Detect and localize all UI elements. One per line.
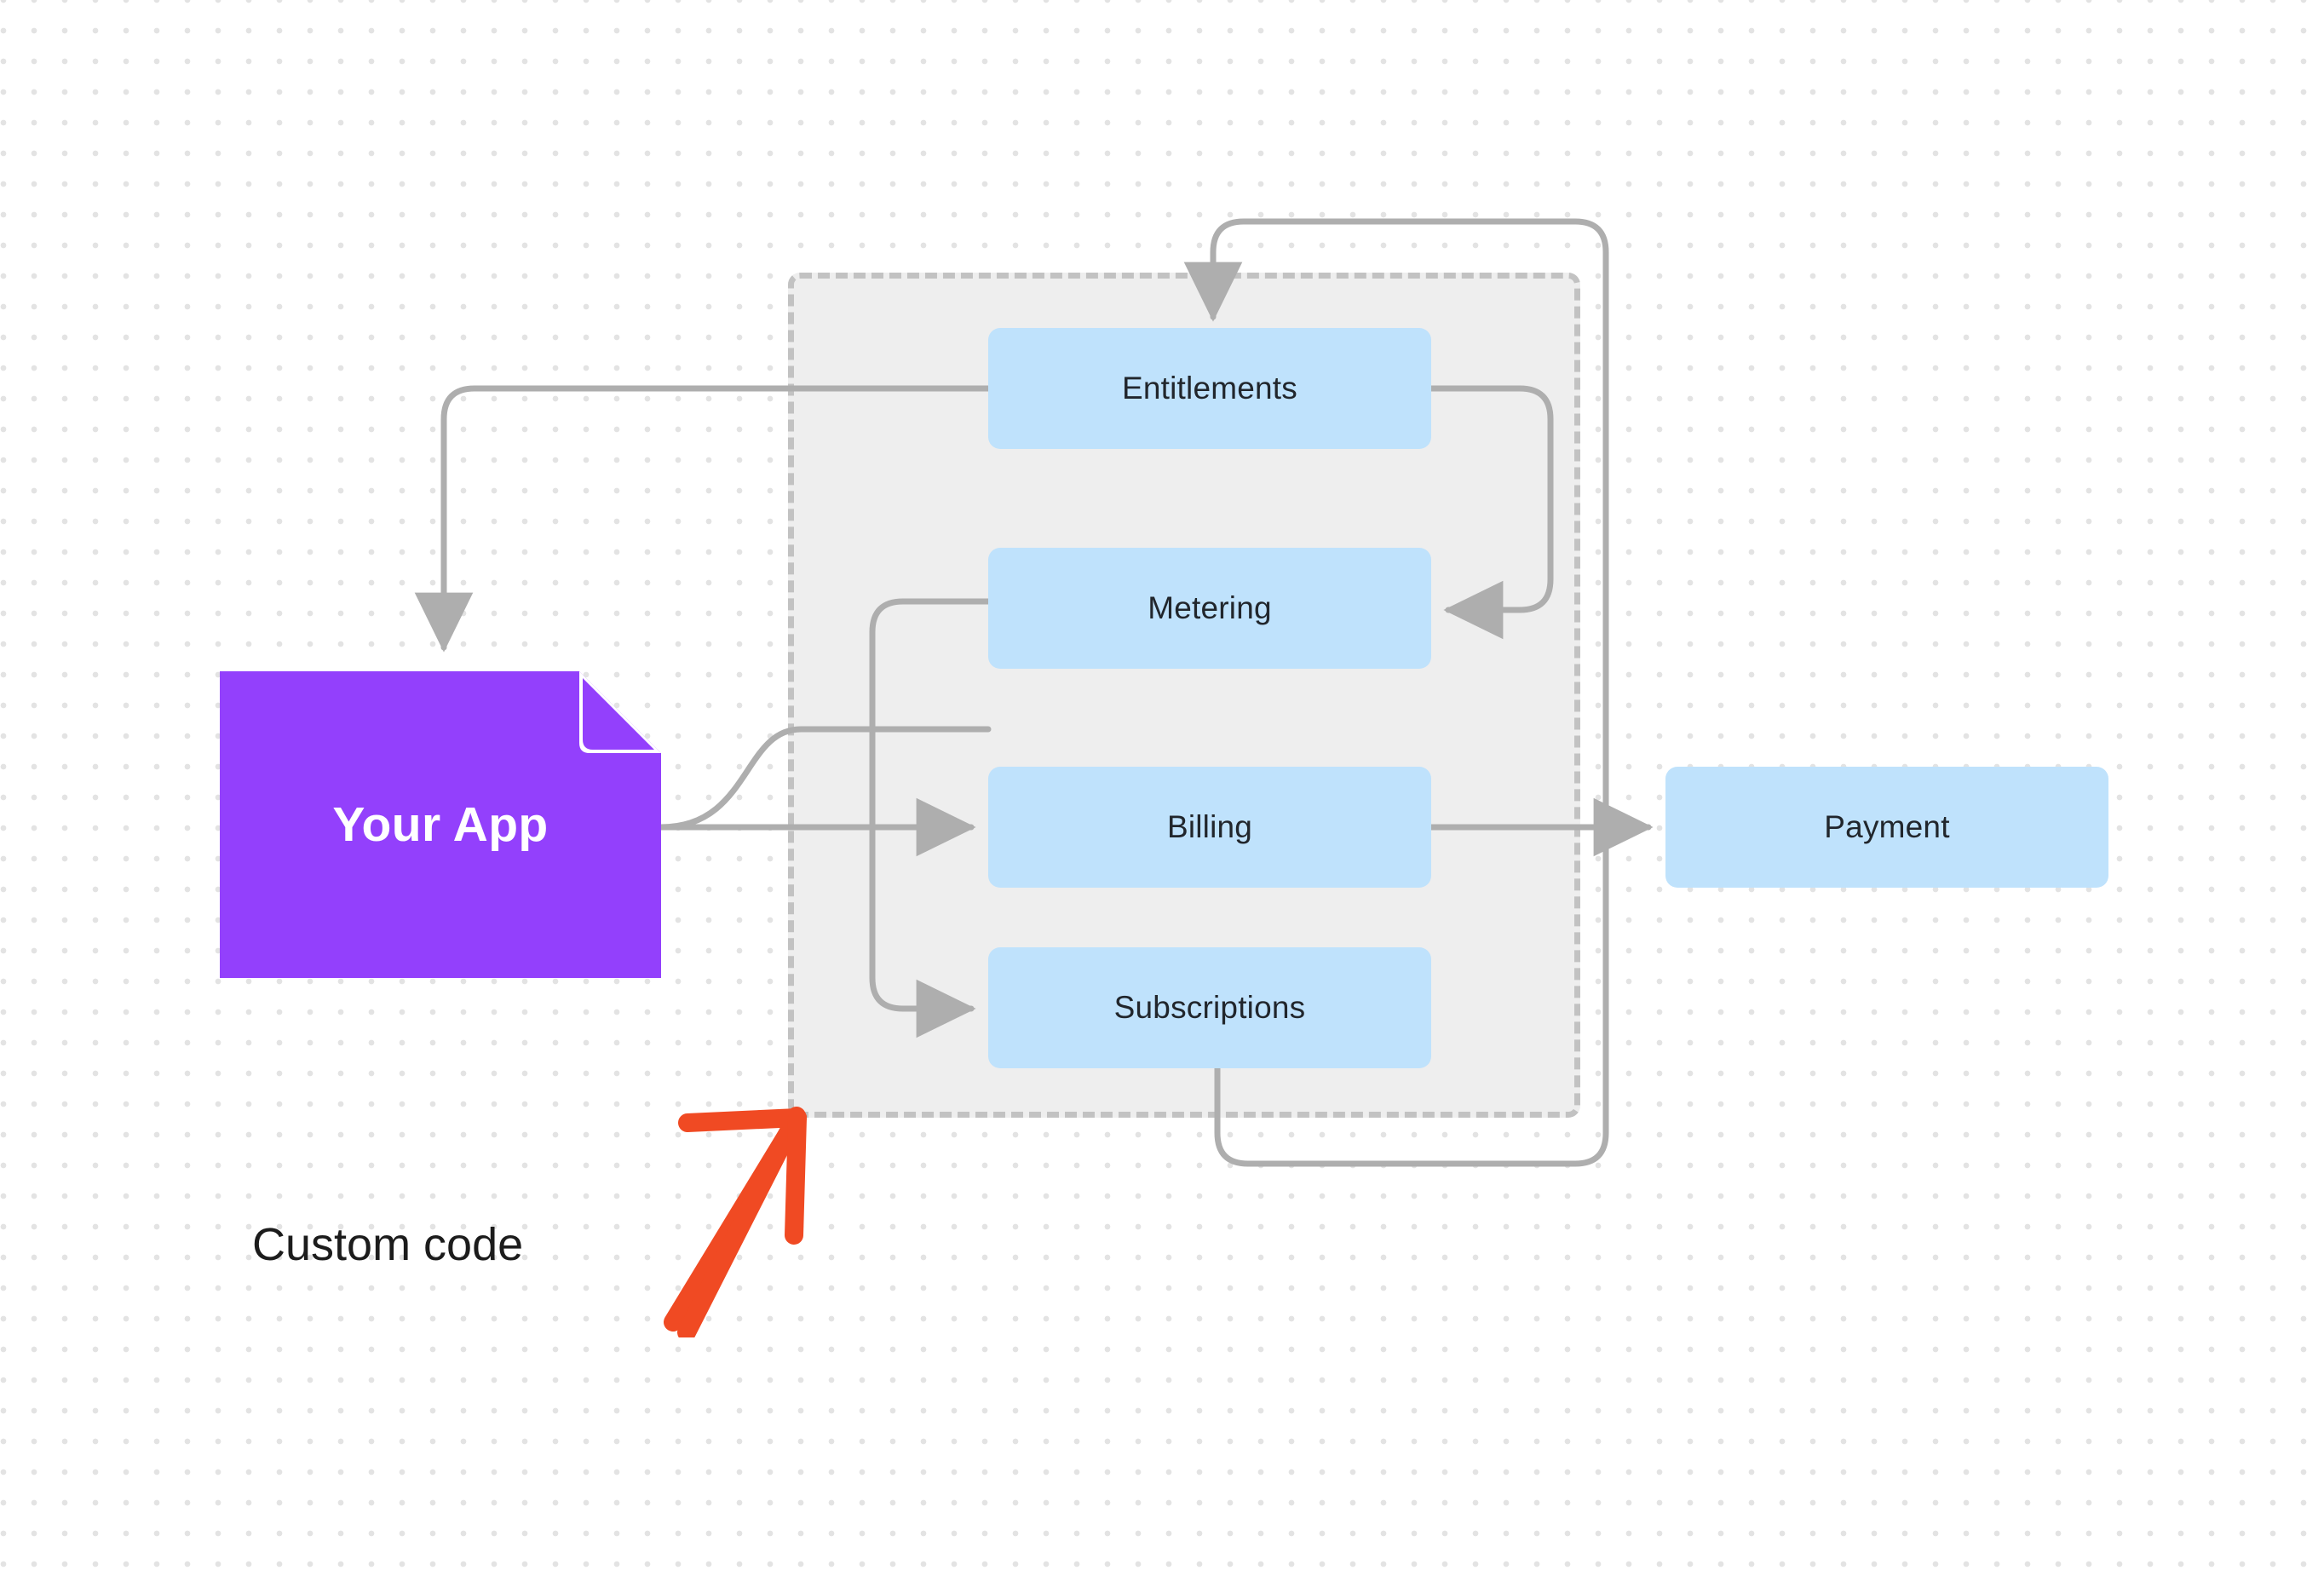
node-your-app[interactable]: Your App (220, 671, 661, 978)
node-subscriptions[interactable]: Subscriptions (988, 947, 1431, 1068)
annotation-custom-code-label: Custom code (252, 1219, 524, 1270)
node-payment[interactable]: Payment (1665, 767, 2108, 888)
node-payment-label: Payment (1824, 809, 1950, 844)
node-your-app-label: Your App (332, 797, 549, 852)
diagram-canvas: Entitlements Metering Billing Subscripti… (0, 0, 2324, 1576)
node-subscriptions-label: Subscriptions (1113, 990, 1306, 1025)
node-metering-label: Metering (1148, 590, 1272, 625)
node-entitlements-label: Entitlements (1122, 371, 1297, 406)
node-metering[interactable]: Metering (988, 548, 1431, 669)
node-entitlements[interactable]: Entitlements (988, 328, 1431, 449)
node-billing-label: Billing (1166, 809, 1253, 844)
node-billing[interactable]: Billing (988, 767, 1431, 888)
annotation-arrow-icon (664, 1107, 807, 1337)
